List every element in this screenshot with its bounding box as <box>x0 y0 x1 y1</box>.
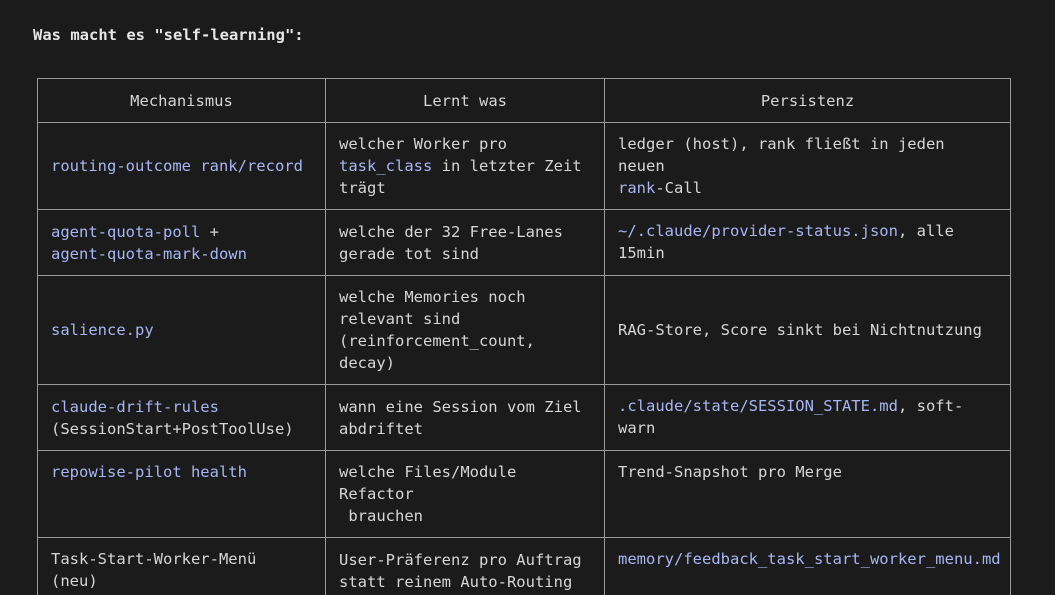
text-span: ledger (host), rank fließt in jeden neue… <box>618 135 945 175</box>
persistence-cell: .claude/state/SESSION_STATE.md, soft-war… <box>604 384 1011 451</box>
persistence-cell: memory/feedback_task_start_worker_menu.m… <box>604 537 1011 595</box>
mechanism-cell: repowise-pilot health <box>37 450 326 538</box>
code-span: rank <box>618 179 656 197</box>
mechanism-cell: claude-drift-rules (SessionStart+PostToo… <box>37 384 326 451</box>
table-row: Task-Start-Worker-Menü (neu) User-Präfer… <box>37 537 1011 595</box>
code-span: agent-quota-poll <box>51 222 201 241</box>
persistence-cell: ledger (host), rank fließt in jeden neue… <box>604 122 1011 210</box>
chat-response: Was macht es "self-learning": Mechanismu… <box>0 0 1055 595</box>
code-span: claude-drift-rules <box>51 397 219 416</box>
mechanism-cell: agent-quota-poll + agent-quota-mark-down <box>37 209 326 276</box>
learns-cell: welcher Worker pro task_class in letzter… <box>325 122 605 210</box>
code-span: repowise-pilot health <box>51 463 247 481</box>
table-row: repowise-pilot health welche Files/Modul… <box>37 450 1011 538</box>
column-header-persistenz: Persistenz <box>604 78 1011 123</box>
text-span: (SessionStart+PostToolUse) <box>51 419 294 438</box>
learns-cell: welche Memories noch relevant sind (rein… <box>325 275 605 385</box>
persistence-cell: Trend-Snapshot pro Merge <box>604 450 1011 538</box>
code-span: memory/feedback_task_start_worker_menu.m… <box>618 550 1001 568</box>
code-span: task_class <box>339 157 433 175</box>
learns-cell: wann eine Session vom Ziel abdriftet <box>325 384 605 451</box>
code-span: routing-outcome rank/record <box>51 157 303 175</box>
column-header-mechanismus: Mechanismus <box>37 78 326 123</box>
learns-cell: welche Files/Module Refactor brauchen <box>325 450 605 538</box>
self-learning-table: Mechanismus Lernt was Persistenz routing… <box>37 78 1011 595</box>
column-header-lernt-was: Lernt was <box>325 78 605 123</box>
table-row: claude-drift-rules (SessionStart+PostToo… <box>37 384 1011 451</box>
persistence-cell: RAG-Store, Score sinkt bei Nichtnutzung <box>604 275 1011 385</box>
code-span: .claude/state/SESSION_STATE.md <box>618 397 898 415</box>
text-span: -Call <box>655 179 702 197</box>
learns-cell: User-Präferenz pro Auftrag statt reinem … <box>325 537 605 595</box>
section-heading: Was macht es "self-learning": <box>33 26 304 44</box>
mechanism-cell: Task-Start-Worker-Menü (neu) <box>37 537 326 595</box>
code-span: ~/.claude/provider-status.json <box>618 222 898 240</box>
table-row: routing-outcome rank/record welcher Work… <box>37 122 1011 210</box>
text-span: welcher Worker pro <box>339 135 507 153</box>
mechanism-cell: salience.py <box>37 275 326 385</box>
code-span: agent-quota-mark-down <box>51 244 247 263</box>
table-row: agent-quota-poll + agent-quota-mark-down… <box>37 209 1011 276</box>
learns-cell: welche der 32 Free-Lanes gerade tot sind <box>325 209 605 276</box>
mechanism-cell: routing-outcome rank/record <box>37 122 326 210</box>
table-header-row: Mechanismus Lernt was Persistenz <box>37 78 1011 123</box>
text-span: + <box>209 222 219 241</box>
code-span: salience.py <box>51 321 154 339</box>
table-row: salience.py welche Memories noch relevan… <box>37 275 1011 385</box>
persistence-cell: ~/.claude/provider-status.json, alle 15m… <box>604 209 1011 276</box>
